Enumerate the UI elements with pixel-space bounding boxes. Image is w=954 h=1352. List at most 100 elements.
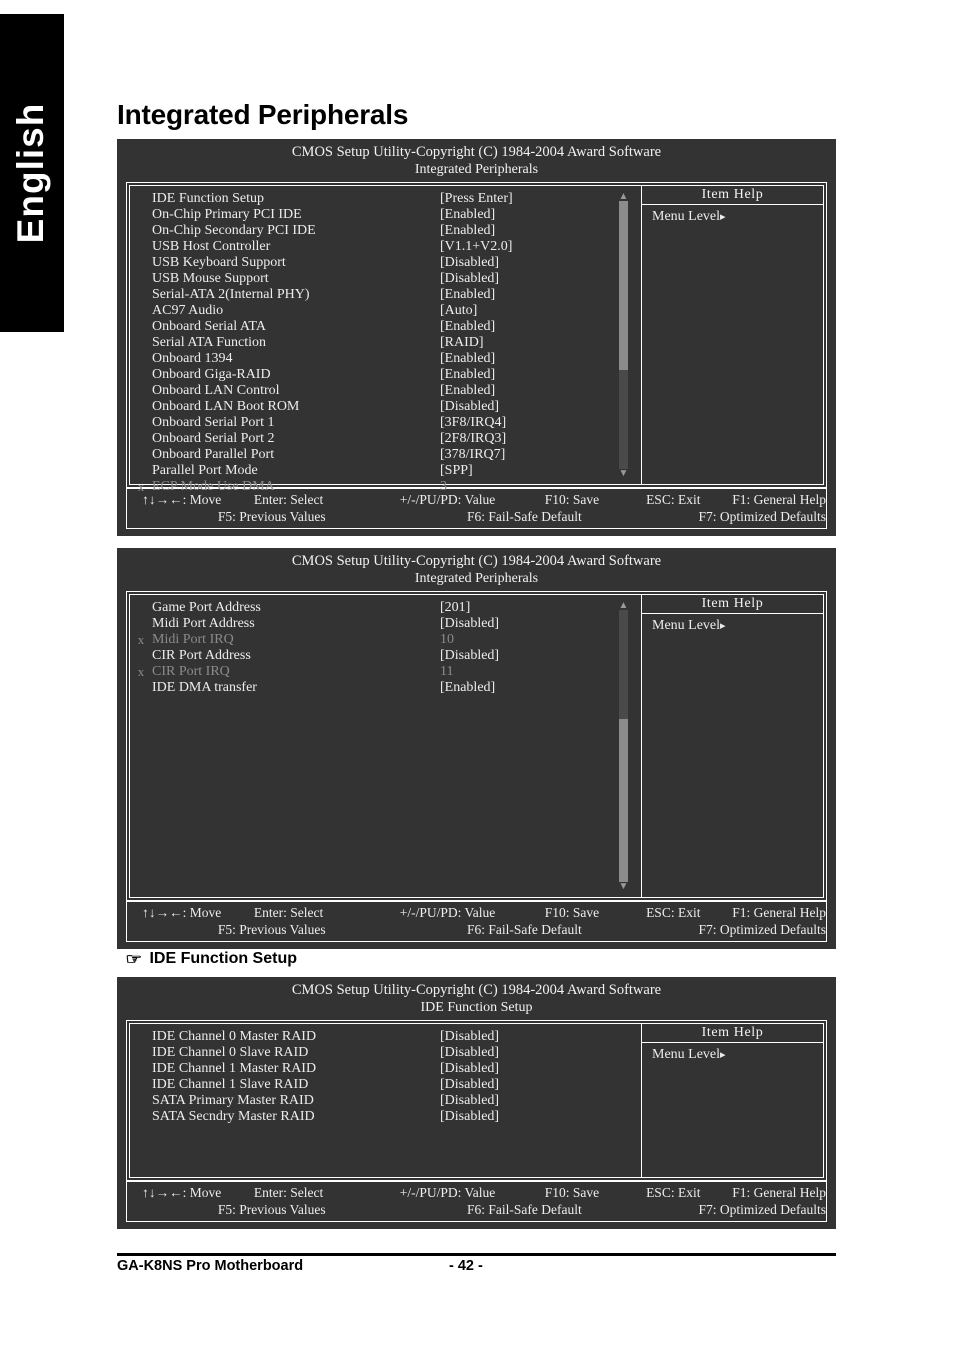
item-help-title: Item Help (642, 186, 823, 205)
vertical-scrollbar[interactable]: ▲ ▼ (618, 192, 629, 479)
footer-product-name: GA-K8NS Pro Motherboard (117, 1258, 304, 1274)
option-disabled-marker (130, 335, 152, 351)
option-value[interactable]: [Enabled] (440, 207, 641, 223)
options-pane-3: IDE Channel 0 Master RAID [Disabled] IDE C… (130, 1024, 641, 1177)
option-value[interactable]: [Enabled] (440, 367, 641, 383)
option-value[interactable]: [Enabled] (440, 351, 641, 367)
option-label: Serial ATA Function (152, 335, 266, 350)
scroll-up-arrow-icon[interactable]: ▲ (618, 601, 629, 611)
option-row[interactable]: Onboard Parallel Port [378/IRQ7] (130, 447, 641, 463)
option-label: Midi Port IRQ (152, 632, 234, 647)
option-row[interactable]: Onboard LAN Boot ROM [Disabled] (130, 399, 641, 415)
option-value[interactable]: [Disabled] (440, 1077, 641, 1093)
key-f5: F5: Previous Values (217, 922, 326, 937)
option-value[interactable]: [RAID] (440, 335, 641, 351)
option-row[interactable]: USB Keyboard Support [Disabled] (130, 255, 641, 271)
option-row[interactable]: IDE DMA transfer [Enabled] (130, 680, 641, 696)
option-value[interactable]: [2F8/IRQ3] (440, 431, 641, 447)
option-label: Game Port Address (152, 600, 261, 615)
key-f1: F1: General Help (732, 905, 826, 920)
option-value[interactable]: [Disabled] (440, 1045, 641, 1061)
option-value[interactable]: [201] (440, 600, 641, 616)
option-row[interactable]: IDE Channel 1 Master RAID [Disabled] (130, 1061, 641, 1077)
bios-copyright-line: CMOS Setup Utility-Copyright (C) 1984-20… (291, 553, 662, 569)
option-row[interactable]: SATA Primary Master RAID [Disabled] (130, 1093, 641, 1109)
option-value[interactable]: [Auto] (440, 303, 641, 319)
option-value[interactable]: [V1.1+V2.0] (440, 239, 641, 255)
option-value[interactable]: [Disabled] (440, 1061, 641, 1077)
option-row[interactable]: IDE Channel 1 Slave RAID [Disabled] (130, 1077, 641, 1093)
key-move: ↑↓→←: Move (142, 1185, 222, 1200)
option-row[interactable]: Onboard Serial Port 2 [2F8/IRQ3] (130, 431, 641, 447)
option-disabled-marker (130, 399, 152, 415)
option-row[interactable]: Onboard 1394 [Enabled] (130, 351, 641, 367)
item-help-body: Menu Level▸ (642, 1043, 823, 1064)
bios-body-inner-1: IDE Function Setup [Press Enter] On-Chip P… (129, 185, 824, 494)
option-value[interactable]: [Disabled] (440, 399, 641, 415)
option-value[interactable]: [Enabled] (440, 383, 641, 399)
option-row[interactable]: Game Port Address [201] (130, 600, 641, 616)
option-value[interactable]: 10 (440, 632, 641, 648)
scroll-down-arrow-icon[interactable]: ▼ (618, 882, 629, 892)
option-value[interactable]: [378/IRQ7] (440, 447, 641, 463)
option-value[interactable]: [Disabled] (440, 1093, 641, 1109)
option-row[interactable]: Parallel Port Mode [SPP] (130, 463, 641, 479)
scroll-down-arrow-icon[interactable]: ▼ (618, 469, 629, 479)
option-label: Onboard 1394 (152, 351, 233, 366)
option-row[interactable]: SATA Secndry Master RAID [Disabled] (130, 1109, 641, 1125)
option-disabled-marker (130, 616, 152, 632)
option-value[interactable]: [Enabled] (440, 319, 641, 335)
option-row[interactable]: On-Chip Secondary PCI IDE [Enabled] (130, 223, 641, 239)
menu-level-label: Menu Level (652, 1047, 721, 1062)
item-help-title: Item Help (642, 595, 823, 614)
option-row[interactable]: Midi Port Address [Disabled] (130, 616, 641, 632)
option-row[interactable]: AC97 Audio [Auto] (130, 303, 641, 319)
option-disabled-marker (130, 447, 152, 463)
option-row[interactable]: Onboard LAN Control [Enabled] (130, 383, 641, 399)
option-row[interactable]: Onboard Giga-RAID [Enabled] (130, 367, 641, 383)
option-value[interactable]: [Enabled] (440, 680, 641, 696)
language-sidebar-tab: English (0, 14, 64, 332)
option-value[interactable]: [Disabled] (440, 1109, 641, 1125)
option-value[interactable]: [Disabled] (440, 1029, 641, 1045)
key-esc: ESC: Exit (646, 1185, 701, 1200)
key-move: ↑↓→←: Move (142, 905, 222, 920)
option-value[interactable]: 3 (440, 479, 641, 495)
option-row[interactable]: USB Host Controller [V1.1+V2.0] (130, 239, 641, 255)
option-row[interactable]: IDE Channel 0 Slave RAID [Disabled] (130, 1045, 641, 1061)
option-value[interactable]: [Disabled] (440, 648, 641, 664)
scroll-up-arrow-icon[interactable]: ▲ (618, 192, 629, 202)
option-row[interactable]: Onboard Serial ATA [Enabled] (130, 319, 641, 335)
option-label: USB Mouse Support (152, 271, 269, 286)
menu-level-arrow-icon: ▸ (720, 211, 726, 223)
scrollbar-thumb[interactable] (619, 201, 628, 370)
option-row[interactable]: On-Chip Primary PCI IDE [Enabled] (130, 207, 641, 223)
option-value[interactable]: [SPP] (440, 463, 641, 479)
option-row[interactable]: CIR Port Address [Disabled] (130, 648, 641, 664)
option-row[interactable]: IDE Channel 0 Master RAID [Disabled] (130, 1029, 641, 1045)
vertical-scrollbar[interactable]: ▲ ▼ (618, 601, 629, 892)
key-f7: F7: Optimized Defaults (698, 509, 826, 524)
option-row[interactable]: x Midi Port IRQ 10 (130, 632, 641, 648)
scrollbar-track[interactable] (619, 610, 628, 882)
option-row[interactable]: x ECP Mode Use DMA 3 (130, 479, 641, 495)
option-value[interactable]: [Press Enter] (440, 191, 641, 207)
option-row[interactable]: IDE Function Setup [Press Enter] (130, 191, 641, 207)
option-value[interactable]: [Enabled] (440, 287, 641, 303)
scrollbar-track-remainder[interactable] (619, 369, 628, 469)
option-value[interactable]: [Disabled] (440, 616, 641, 632)
bios-screen-panel-1: CMOS Setup Utility-Copyright (C) 1984-20… (117, 139, 836, 536)
option-row[interactable]: Onboard Serial Port 1 [3F8/IRQ4] (130, 415, 641, 431)
option-row[interactable]: USB Mouse Support [Disabled] (130, 271, 641, 287)
option-value[interactable]: 11 (440, 664, 641, 680)
option-value[interactable]: [3F8/IRQ4] (440, 415, 641, 431)
option-row[interactable]: x CIR Port IRQ 11 (130, 664, 641, 680)
option-value[interactable]: [Disabled] (440, 255, 641, 271)
option-row[interactable]: Serial-ATA 2(Internal PHY) [Enabled] (130, 287, 641, 303)
scrollbar-track-remainder[interactable] (619, 610, 628, 719)
scrollbar-track[interactable] (619, 201, 628, 469)
scrollbar-thumb[interactable] (619, 718, 628, 882)
option-row[interactable]: Serial ATA Function [RAID] (130, 335, 641, 351)
option-value[interactable]: [Disabled] (440, 271, 641, 287)
option-value[interactable]: [Enabled] (440, 223, 641, 239)
